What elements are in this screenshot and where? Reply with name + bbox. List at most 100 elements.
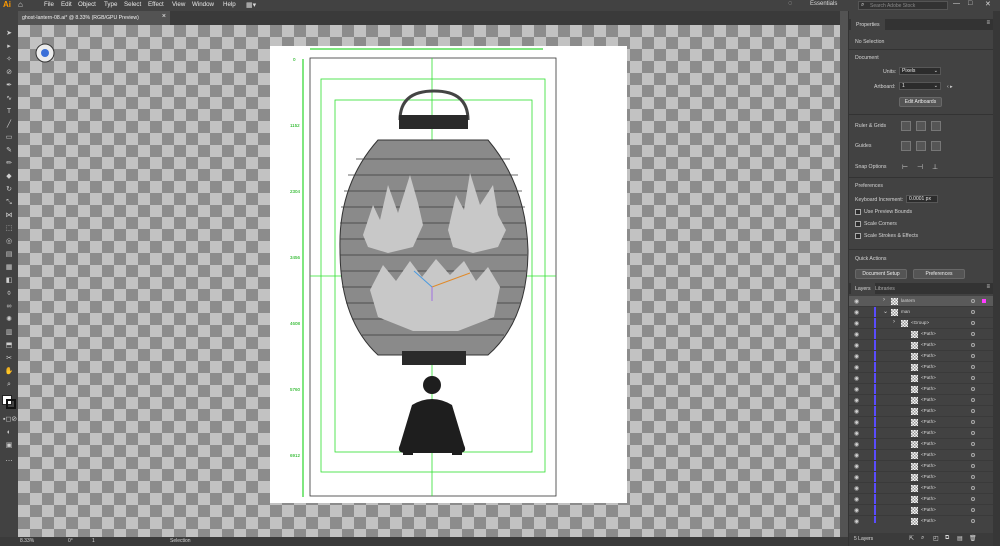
preferences-button[interactable]: Preferences — [913, 269, 965, 279]
visibility-eye-icon[interactable]: ◉ — [854, 353, 859, 360]
artboard-select[interactable]: 1 ⌄ — [899, 82, 941, 90]
grid-icon[interactable] — [916, 121, 926, 131]
layer-row[interactable]: ◉ <Path> — [849, 340, 994, 351]
target-circle-icon[interactable] — [971, 519, 975, 523]
visibility-eye-icon[interactable]: ◉ — [854, 474, 859, 481]
visibility-eye-icon[interactable]: ◉ — [854, 496, 859, 503]
layer-row[interactable]: ◉ <Path> — [849, 417, 994, 428]
layer-row[interactable]: ◉ <Path> — [849, 461, 994, 472]
zoom-tool-icon[interactable]: ⌕ — [3, 380, 15, 389]
visibility-eye-icon[interactable]: ◉ — [854, 485, 859, 492]
layer-row[interactable]: ◉ <Path> — [849, 428, 994, 439]
visibility-eye-icon[interactable]: ◉ — [854, 386, 859, 393]
target-circle-icon[interactable] — [971, 387, 975, 391]
target-circle-icon[interactable] — [971, 365, 975, 369]
layer-row[interactable]: ◉ <Path> — [849, 406, 994, 417]
close-window-button[interactable]: ✕ — [985, 0, 991, 8]
target-circle-icon[interactable] — [971, 508, 975, 512]
visibility-eye-icon[interactable]: ◉ — [854, 298, 859, 305]
curvature-tool-icon[interactable]: ∿ — [3, 94, 15, 103]
snap-pixel-icon[interactable]: ⊣ — [917, 163, 923, 171]
zoom-level[interactable]: 8.33% — [20, 538, 34, 544]
free-transform-tool-icon[interactable]: ⬚ — [3, 224, 15, 233]
paintbrush-tool-icon[interactable]: ✎ — [3, 146, 15, 155]
direct-selection-tool-icon[interactable]: ▸ — [3, 42, 15, 51]
document-tab[interactable]: ghost-lantern-08.ai* @ 8.33% (RGB/GPU Pr… — [18, 11, 170, 25]
canvas-area[interactable]: 0 1152 2304 3456 4608 5760 6912 — [18, 25, 840, 537]
color-mode-icon[interactable]: ▪◻⊘ — [3, 415, 17, 424]
pencil-tool-icon[interactable]: ✏ — [3, 159, 15, 168]
layer-row[interactable]: ◉ <Path> — [849, 362, 994, 373]
new-layer-icon[interactable]: ▤ — [957, 535, 963, 542]
panel-menu-icon[interactable]: ≡ — [986, 284, 990, 290]
artboard-tool-icon[interactable]: ⬒ — [3, 341, 15, 350]
clear-guides-icon[interactable] — [931, 141, 941, 151]
column-graph-tool-icon[interactable]: ▥ — [3, 328, 15, 337]
lock-guides-icon[interactable] — [916, 141, 926, 151]
scale-tool-icon[interactable]: ⤡ — [3, 198, 15, 207]
target-circle-icon[interactable] — [971, 376, 975, 380]
locate-object-icon[interactable]: ⌕ — [921, 535, 924, 542]
target-circle-icon[interactable] — [971, 310, 975, 314]
document-tab-close[interactable]: × — [162, 13, 166, 20]
new-sublayer-icon[interactable]: ⧉ — [945, 535, 949, 542]
menu-effect[interactable]: Effect — [148, 1, 164, 8]
artboard-number[interactable]: 1 — [92, 538, 95, 544]
artboard-nav-icon[interactable]: ‹ ▸ — [947, 84, 953, 90]
use-preview-bounds-checkbox[interactable] — [855, 209, 861, 215]
search-stock-input[interactable]: ⌕ Search Adobe Stock — [858, 1, 948, 10]
target-circle-icon[interactable] — [971, 497, 975, 501]
menu-window[interactable]: Window — [192, 1, 214, 8]
keyboard-increment-field[interactable]: 0.0001 px — [906, 195, 938, 203]
visibility-eye-icon[interactable]: ◉ — [854, 419, 859, 426]
layer-row[interactable]: ◉ ⌄ man — [849, 307, 994, 318]
mesh-tool-icon[interactable]: ▦ — [3, 263, 15, 272]
layer-row[interactable]: ◉ <Path> — [849, 329, 994, 340]
edit-artboards-button[interactable]: Edit Artboards — [899, 97, 942, 107]
layer-row[interactable]: ◉ <Path> — [849, 351, 994, 362]
target-circle-icon[interactable] — [971, 321, 975, 325]
visibility-eye-icon[interactable]: ◉ — [854, 518, 859, 525]
units-select[interactable]: Pixels ⌄ — [899, 67, 941, 75]
visibility-eye-icon[interactable]: ◉ — [854, 331, 859, 338]
blend-tool-icon[interactable]: ∞ — [3, 302, 15, 311]
layer-row[interactable]: ◉ <Path> — [849, 516, 994, 526]
target-circle-icon[interactable] — [971, 409, 975, 413]
menu-help[interactable]: Help — [223, 1, 236, 8]
visibility-eye-icon[interactable]: ◉ — [854, 375, 859, 382]
maximize-button[interactable]: □ — [968, 0, 972, 7]
workspace-label[interactable]: Essentials — [810, 1, 837, 7]
layer-row[interactable]: ◉ <Path> — [849, 450, 994, 461]
type-tool-icon[interactable]: T — [3, 107, 15, 116]
layer-row[interactable]: ◉ <Path> — [849, 472, 994, 483]
gradient-tool-icon[interactable]: ◧ — [3, 276, 15, 285]
target-circle-icon[interactable] — [971, 464, 975, 468]
layer-row[interactable]: ◉ <Path> — [849, 483, 994, 494]
menu-view[interactable]: View — [172, 1, 185, 8]
visibility-eye-icon[interactable]: ◉ — [854, 342, 859, 349]
current-tool[interactable]: Selection — [170, 538, 191, 544]
minimize-button[interactable]: — — [953, 0, 960, 7]
target-circle-icon[interactable] — [971, 332, 975, 336]
target-circle-icon[interactable] — [971, 420, 975, 424]
menu-select[interactable]: Select — [124, 1, 141, 8]
layer-row[interactable]: ◉ <Path> — [849, 505, 994, 516]
target-circle-icon[interactable] — [971, 398, 975, 402]
visibility-eye-icon[interactable]: ◉ — [854, 507, 859, 514]
menu-type[interactable]: Type — [104, 1, 117, 8]
shape-builder-tool-icon[interactable]: ◎ — [3, 237, 15, 246]
target-circle-icon[interactable] — [971, 475, 975, 479]
visibility-eye-icon[interactable]: ◉ — [854, 309, 859, 316]
rotation-angle[interactable]: 0° — [68, 538, 73, 544]
panel-scrollbar[interactable] — [993, 11, 1000, 546]
workspace-switcher-icon[interactable]: ▦▾ — [246, 1, 256, 9]
rotate-tool-icon[interactable]: ↻ — [3, 185, 15, 194]
hand-tool-icon[interactable]: ✋ — [3, 367, 15, 376]
layer-row[interactable]: ◉ <Path> — [849, 439, 994, 450]
visibility-eye-icon[interactable]: ◉ — [854, 441, 859, 448]
eyedropper-tool-icon[interactable]: ⌽ — [3, 289, 15, 298]
home-icon[interactable]: ⌂ — [18, 0, 23, 9]
menu-edit[interactable]: Edit — [61, 1, 72, 8]
slice-tool-icon[interactable]: ✂ — [3, 354, 15, 363]
selection-tool-icon[interactable]: ➤ — [3, 29, 15, 38]
